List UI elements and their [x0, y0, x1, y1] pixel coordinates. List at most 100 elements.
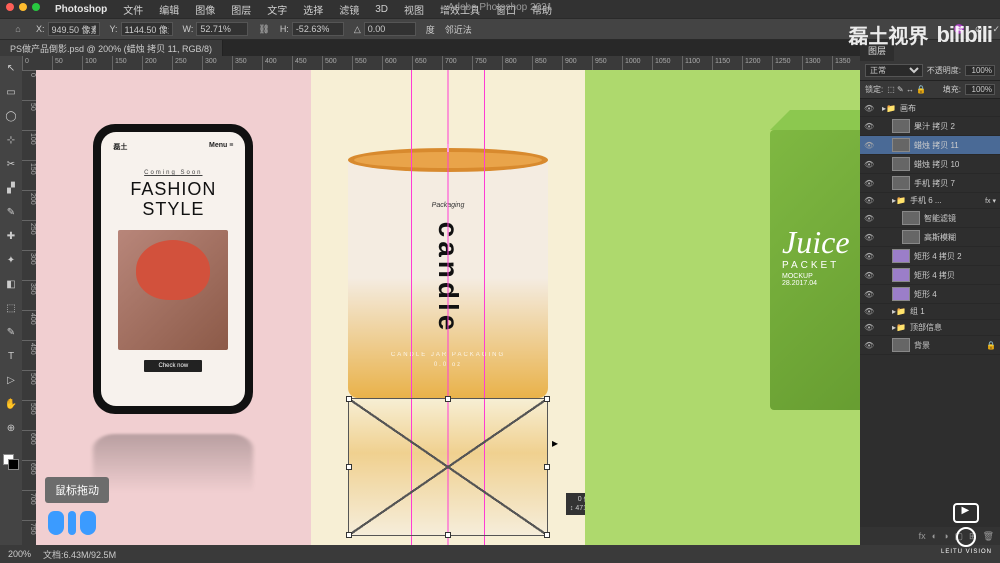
layer-row[interactable]: 👁 矩形 4 拷贝: [860, 266, 1000, 285]
layer-name[interactable]: 顶部信息: [910, 322, 942, 333]
menu-image[interactable]: 图像: [188, 0, 222, 19]
mask-icon[interactable]: ◐: [932, 531, 937, 541]
stamp-tool[interactable]: ◧: [3, 276, 19, 292]
ruler-vertical[interactable]: 0501001502002503003504004505005506006507…: [22, 70, 36, 545]
marquee-tool[interactable]: ▭: [3, 84, 19, 100]
gradient-tool[interactable]: ✎: [3, 324, 19, 340]
layer-thumb[interactable]: [892, 287, 910, 301]
minimize-window[interactable]: [19, 3, 27, 11]
home-icon[interactable]: ⌂: [10, 22, 26, 36]
link-icon[interactable]: ⛓: [258, 24, 269, 35]
menu-view[interactable]: 视图: [397, 0, 431, 19]
layer-row[interactable]: 👁 智能滤镜: [860, 209, 1000, 228]
heal-tool[interactable]: ✚: [3, 228, 19, 244]
type-tool[interactable]: T: [3, 348, 19, 364]
visibility-icon[interactable]: 👁: [864, 214, 874, 223]
commit-icon[interactable]: ✓: [992, 24, 1000, 35]
zoom-tool[interactable]: ⊕: [3, 420, 19, 436]
layer-name[interactable]: 矩形 4: [914, 289, 937, 300]
visibility-icon[interactable]: 👁: [864, 307, 874, 316]
wand-tool[interactable]: ⊹: [3, 132, 19, 148]
frame-tool[interactable]: ▞: [3, 180, 19, 196]
menu-file[interactable]: 文件: [116, 0, 150, 19]
layer-name[interactable]: 蜡烛 拷贝 11: [914, 140, 959, 151]
visibility-icon[interactable]: 👁: [864, 323, 874, 332]
layer-row[interactable]: 👁背景🔒: [860, 336, 1000, 355]
visibility-icon[interactable]: 👁: [864, 104, 874, 113]
handle-mr[interactable]: [544, 464, 550, 470]
layer-row[interactable]: 👁▸📁画布: [860, 101, 1000, 117]
handle-tr[interactable]: [544, 396, 550, 402]
layer-thumb[interactable]: [892, 338, 910, 352]
visibility-icon[interactable]: 👁: [864, 196, 874, 205]
layer-row[interactable]: 👁 矩形 4 拷贝 2: [860, 247, 1000, 266]
menu-3d[interactable]: 3D: [368, 2, 395, 17]
layer-thumb[interactable]: [892, 157, 910, 171]
interp-label[interactable]: 邻近法: [445, 23, 472, 36]
traffic-lights[interactable]: [6, 3, 40, 11]
visibility-icon[interactable]: 👁: [864, 122, 874, 131]
doc-tab-active[interactable]: PS做产品倒影.psd @ 200% (蜡烛 拷贝 11, RGB/8): [0, 40, 223, 57]
angle-field[interactable]: [364, 22, 416, 36]
layer-name[interactable]: 手机 6 ...: [910, 195, 942, 206]
layer-thumb[interactable]: [892, 119, 910, 133]
menu-filter[interactable]: 滤镜: [332, 0, 366, 19]
y-field[interactable]: [121, 22, 173, 36]
layer-row[interactable]: 👁高斯模糊: [860, 228, 1000, 247]
layer-row[interactable]: 👁 矩形 4: [860, 285, 1000, 304]
layer-thumb[interactable]: [892, 138, 910, 152]
layer-row[interactable]: 👁 蜡烛 拷贝 10: [860, 155, 1000, 174]
visibility-icon[interactable]: 👁: [864, 233, 874, 242]
fx-badge[interactable]: fx ▾: [985, 197, 996, 205]
layer-list[interactable]: 👁▸📁画布👁果汁 拷贝 2👁蜡烛 拷贝 11👁蜡烛 拷贝 10👁手机 拷贝 7👁…: [860, 99, 1000, 527]
menu-type[interactable]: 文字: [260, 0, 294, 19]
layer-name[interactable]: 矩形 4 拷贝 2: [914, 251, 962, 262]
layer-row[interactable]: 👁▸📁手机 6 ...fx ▾: [860, 193, 1000, 209]
layer-row[interactable]: 👁蜡烛 拷贝 11: [860, 136, 1000, 155]
visibility-icon[interactable]: 👁: [864, 271, 874, 280]
path-tool[interactable]: ▷: [3, 372, 19, 388]
menu-select[interactable]: 选择: [296, 0, 330, 19]
move-tool[interactable]: ↖: [3, 60, 19, 76]
menu-layer[interactable]: 图层: [224, 0, 258, 19]
layer-name[interactable]: 蜡烛 拷贝 10: [914, 159, 959, 170]
fx-icon[interactable]: fx: [919, 531, 926, 541]
visibility-icon[interactable]: 👁: [864, 160, 874, 169]
layer-row[interactable]: 👁 果汁 拷贝 2: [860, 117, 1000, 136]
handle-bc[interactable]: [445, 532, 451, 538]
visibility-icon[interactable]: 👁: [864, 290, 874, 299]
canvas-area[interactable]: 磊土Menu ≡ Coming Soon FASHIONSTYLE Check …: [22, 56, 860, 545]
handle-tc[interactable]: [445, 396, 451, 402]
layer-thumb[interactable]: [902, 211, 920, 225]
handle-bl[interactable]: [346, 532, 352, 538]
visibility-icon[interactable]: 👁: [864, 179, 874, 188]
opacity-field[interactable]: [965, 65, 995, 76]
layer-name[interactable]: 画布: [900, 103, 916, 114]
layer-name[interactable]: 矩形 4 拷贝: [914, 270, 955, 281]
layer-thumb[interactable]: [902, 230, 920, 244]
x-field[interactable]: [48, 22, 100, 36]
h-field[interactable]: [292, 22, 344, 36]
crop-tool[interactable]: ✂: [3, 156, 19, 172]
transform-bounding-box[interactable]: 0 像素 ↕ 471 像素: [348, 398, 548, 536]
layer-row[interactable]: 👁▸📁顶部信息: [860, 320, 1000, 336]
layer-name[interactable]: 背景: [914, 340, 930, 351]
layer-name[interactable]: 组 1: [910, 306, 925, 317]
layer-thumb[interactable]: [892, 176, 910, 190]
visibility-icon[interactable]: 👁: [864, 252, 874, 261]
hand-tool[interactable]: ✋: [3, 396, 19, 412]
ruler-horizontal[interactable]: 0501001502002503003504004505005506006507…: [22, 56, 860, 70]
maximize-window[interactable]: [32, 3, 40, 11]
close-window[interactable]: [6, 3, 14, 11]
visibility-icon[interactable]: 👁: [864, 341, 874, 350]
handle-tl[interactable]: [346, 396, 352, 402]
handle-br[interactable]: [544, 532, 550, 538]
w-field[interactable]: [196, 22, 248, 36]
zoom-level[interactable]: 200%: [8, 549, 31, 559]
lasso-tool[interactable]: ◯: [3, 108, 19, 124]
layer-name[interactable]: 智能滤镜: [924, 213, 956, 224]
lock-icons[interactable]: ⬚ ✎ ↔ 🔒: [887, 85, 926, 94]
layer-name[interactable]: 果汁 拷贝 2: [914, 121, 955, 132]
color-swatches[interactable]: [3, 454, 19, 470]
blend-mode[interactable]: 正常: [865, 64, 923, 77]
